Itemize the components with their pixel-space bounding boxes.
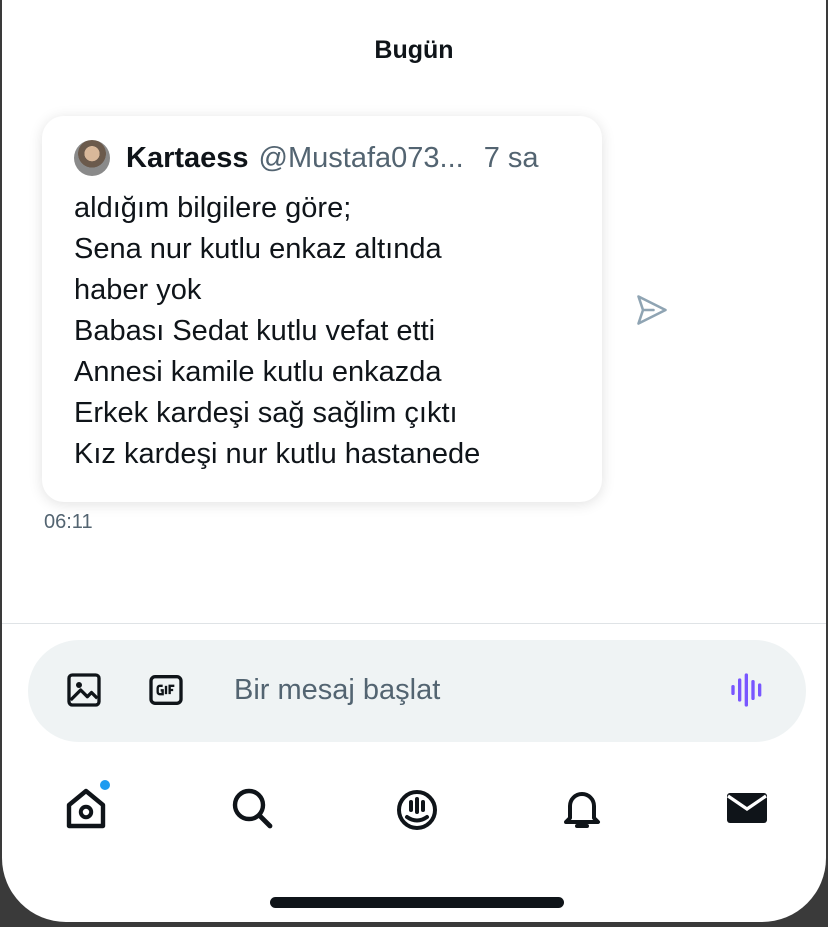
- dm-screen: Bugün Kartaess @Mustafa073... 7 sa aldığ…: [2, 0, 826, 922]
- author-avatar[interactable]: [74, 140, 110, 176]
- date-header: Bugün: [374, 36, 454, 64]
- tweet-line: aldığım bilgilere göre;: [74, 192, 352, 224]
- voice-message-icon[interactable]: [728, 670, 768, 710]
- divider: [2, 623, 826, 624]
- tweet-line: Sena nur kutlu enkaz altında: [74, 233, 442, 265]
- spaces-icon[interactable]: [393, 784, 441, 832]
- author-handle: @Mustafa073...: [258, 141, 464, 174]
- tweet-line: Kız kardeşi nur kutlu hastanede: [74, 438, 481, 470]
- image-icon[interactable]: [64, 670, 104, 710]
- paper-plane-icon[interactable]: [634, 292, 670, 328]
- tweet-line: haber yok: [74, 274, 202, 306]
- tweet-header: Kartaess @Mustafa073... 7 sa: [74, 140, 572, 176]
- tweet-text: aldığım bilgilere göre; Sena nur kutlu e…: [74, 188, 582, 475]
- notification-dot: [98, 778, 112, 792]
- tweet-line: Babası Sedat kutlu vefat etti: [74, 315, 436, 347]
- gif-icon[interactable]: [146, 670, 186, 710]
- home-indicator: [270, 897, 564, 908]
- message-composer: [28, 640, 806, 742]
- messages-envelope-icon[interactable]: [723, 784, 771, 832]
- search-icon[interactable]: [228, 784, 276, 832]
- tweet-line: Annesi kamile kutlu enkazda: [74, 356, 442, 388]
- notifications-bell-icon[interactable]: [558, 784, 606, 832]
- tweet-age: 7 sa: [483, 141, 539, 174]
- author-name[interactable]: Kartaess: [126, 142, 249, 175]
- shared-tweet-card[interactable]: Kartaess @Mustafa073... 7 sa aldığım bil…: [42, 116, 602, 502]
- message-input[interactable]: [234, 670, 634, 710]
- message-timestamp: 06:11: [44, 511, 93, 533]
- tweet-line: Erkek kardeşi sağ sağlim çıktı: [74, 397, 458, 429]
